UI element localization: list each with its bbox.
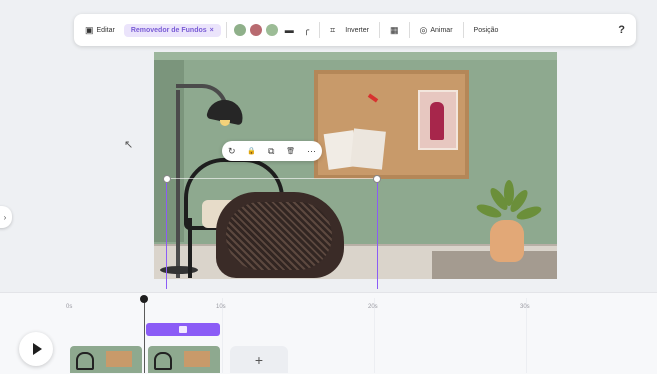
clip-thumbnail-board [184,351,210,367]
divider [408,22,410,38]
playhead[interactable] [144,298,145,373]
timeline-clip[interactable] [70,346,142,373]
ruler-label: 30s [520,304,530,310]
figure [430,102,444,140]
divider [462,22,464,38]
play-icon [33,343,42,355]
ruler-label: 10s [216,304,226,310]
lock-icon[interactable]: 🔒 [247,147,256,155]
duplicate-icon[interactable]: ⧉ [268,146,274,157]
clip-thumbnail-board [106,351,132,367]
corner-radius-button[interactable]: ╭ [299,23,314,38]
transparency-icon: ▦ [389,24,399,35]
color-swatch[interactable] [249,24,262,36]
pin [367,93,379,103]
audio-track[interactable] [146,323,220,336]
position-button[interactable]: Posição [469,24,504,37]
chevron-right-icon: › [3,212,7,222]
animate-icon: ◎ [419,24,428,35]
color-swatch[interactable] [233,24,246,36]
element-floating-toolbar: ↻ 🔒 ⧉ 🗑 ⋯ [222,141,322,161]
plant-pot [490,220,524,262]
background-remover-chip[interactable]: Removedor de Fundos × [123,23,221,37]
audio-icon [179,326,187,333]
edit-label: Editar [96,26,115,34]
clip-thumbnail-chair [154,352,172,370]
plus-icon: + [254,351,264,368]
transparency-button[interactable]: ▦ [385,23,404,38]
delete-icon[interactable]: 🗑 [286,147,295,155]
flip-label: Inverter [345,26,369,34]
ruler-label: 0s [66,304,73,310]
more-icon[interactable]: ⋯ [307,146,316,157]
color-swatch[interactable] [265,24,278,36]
add-page-button[interactable]: + [230,346,288,373]
divider [378,22,380,38]
playhead-handle[interactable] [140,295,148,303]
edit-image-icon: ▣ [85,24,94,35]
paint-format-icon: ? [618,23,625,36]
divider [225,22,227,38]
edit-button[interactable]: ▣ Editar [80,23,120,38]
resize-handle[interactable] [373,175,381,183]
cork-board [314,70,469,179]
paper-note [350,128,386,170]
divider [319,22,321,38]
corner-radius-icon: ╭ [303,24,310,35]
cursor-icon: ↖ [124,139,134,151]
ceiling [154,52,557,60]
paint-roller-button[interactable]: ▬ [280,23,299,38]
background-remover-label: Removedor de Fundos [130,26,207,34]
flip-button[interactable]: Inverter [340,24,374,37]
crop-button[interactable]: ⌗ [325,23,340,38]
play-button[interactable] [19,332,53,366]
animate-button[interactable]: ◎ Animar [415,23,458,38]
timeline-clip[interactable] [148,346,220,373]
position-label: Posição [473,26,499,34]
resize-handle[interactable] [163,175,171,183]
paint-roller-icon: ▬ [284,24,294,35]
selection-box [166,178,378,289]
close-icon[interactable]: × [210,27,214,34]
rotate-icon[interactable]: ↻ [228,146,236,157]
ruler-label: 20s [368,304,378,310]
clip-thumbnail-chair [76,352,94,370]
help-button[interactable]: ? [613,22,630,39]
lamp-bulb [220,120,230,126]
editor-toolbar: ▣ Editar Removedor de Fundos × ▬ ╭ ⌗ Inv… [74,14,636,46]
expand-panel-tab[interactable]: › [0,206,12,228]
photo-frame [418,90,458,150]
crop-icon: ⌗ [330,24,336,35]
animate-label: Animar [430,26,453,34]
